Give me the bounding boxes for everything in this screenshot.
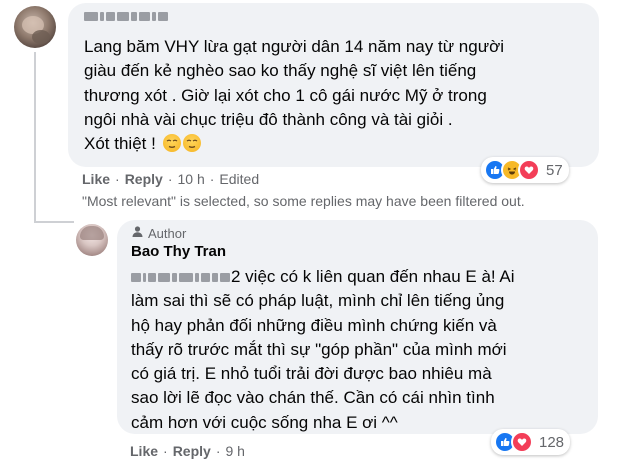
thread-line [34,52,36,222]
reply-timestamp[interactable]: 9 h [225,443,244,459]
edited-label[interactable]: Edited [219,171,259,187]
reply-button[interactable]: Reply [173,443,211,459]
love-reaction-icon [518,159,540,181]
reaction-summary[interactable]: 57 [481,157,569,183]
like-button[interactable]: Like [82,171,110,187]
reaction-count: 128 [539,433,565,451]
reply-text: 2 việc có k liên quan đến nhau E à! Ai l… [131,267,515,432]
author-badge: Author [131,225,186,241]
author-avatar[interactable] [76,224,108,256]
comment-actions: Like · Reply · 10 h · Edited [82,171,260,187]
reply-button[interactable]: Reply [125,171,163,187]
thread-line [34,221,74,223]
reaction-summary[interactable]: 128 [491,429,571,455]
comment-text: Lang băm VHY lừa gạt người dân 14 năm na… [84,37,505,154]
author-name[interactable]: Bao Thy Tran [131,243,226,260]
commenter-name-redacted[interactable] [84,12,168,21]
filter-note: "Most relevant" is selected, so some rep… [82,193,525,209]
comment-timestamp[interactable]: 10 h [177,171,204,187]
author-badge-icon [131,225,144,241]
smirk-emoji-icon [162,134,181,153]
like-button[interactable]: Like [130,443,158,459]
reaction-count: 57 [546,161,563,179]
reply-actions: Like · Reply · 9 h [130,443,245,459]
smirk-emoji-icon [182,134,201,153]
love-reaction-icon [511,431,533,453]
commenter-avatar[interactable] [14,6,56,48]
